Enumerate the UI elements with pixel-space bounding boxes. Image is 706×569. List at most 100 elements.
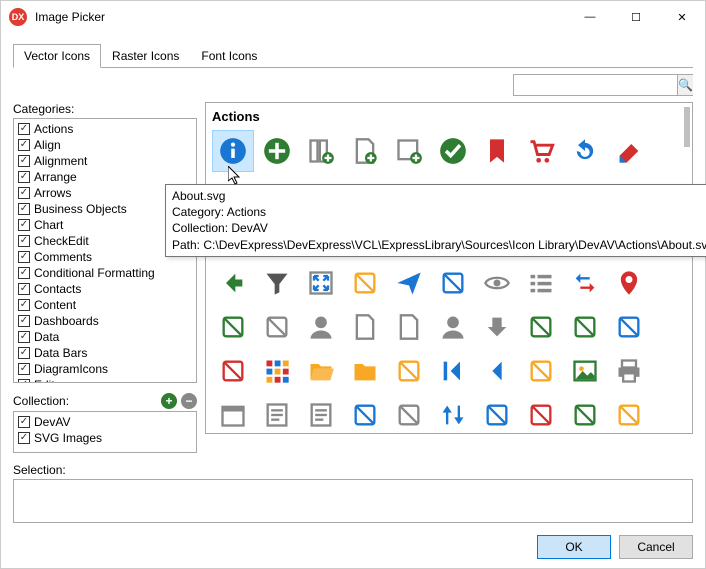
minimize-button[interactable]: — [567,1,613,33]
selection-box[interactable] [13,479,693,523]
icon-prev[interactable] [476,350,518,392]
icon-film-add[interactable] [564,306,606,348]
icon-picture[interactable] [564,350,606,392]
icon-folder[interactable] [344,350,386,392]
icon-cart-add[interactable] [212,350,254,392]
icon-search-doc[interactable] [344,394,386,434]
category-item[interactable]: ✓Contacts [18,281,192,297]
category-item[interactable]: ✓Conditional Formatting [18,265,192,281]
icon-visibility[interactable] [476,262,518,304]
icon-text2[interactable] [300,394,342,434]
icon-bookmark[interactable] [476,130,518,172]
tab-icon [439,269,467,297]
ok-button[interactable]: OK [537,535,611,559]
icon-card-add[interactable] [608,306,650,348]
collection-item[interactable]: ✓SVG Images [18,430,192,446]
monitor-icon [395,401,423,429]
fullscreen-icon [307,269,335,297]
category-item[interactable]: ✓Align [18,137,192,153]
category-item[interactable]: ✓Data Bars [18,345,192,361]
icon-add-column[interactable] [300,130,342,172]
icon-gallery: Actions [205,102,693,434]
icon-exit[interactable] [212,262,254,304]
icon-transfer[interactable] [564,262,606,304]
icon-apps[interactable] [256,350,298,392]
tab-raster-icons[interactable]: Raster Icons [101,44,190,68]
collections-list[interactable]: ✓DevAV✓SVG Images [13,411,197,453]
category-item[interactable]: ✓DiagramIcons [18,361,192,377]
icon-sort[interactable] [432,394,474,434]
icon-page[interactable] [344,306,386,348]
icon-add-item[interactable] [388,130,430,172]
maximize-button[interactable]: ☐ [613,1,659,33]
icon-apply[interactable] [432,130,474,172]
cancel-button[interactable]: Cancel [619,535,693,559]
icon-redo[interactable] [564,130,606,172]
icon-paste[interactable] [520,350,562,392]
transfer-h-icon [483,401,511,429]
icon-list[interactable] [520,262,562,304]
icon-print[interactable] [608,350,650,392]
collection-label: DevAV [34,415,70,429]
sort-icon [439,401,467,429]
remove-collection-button[interactable]: − [181,393,197,409]
page-icon [351,313,379,341]
icon-first[interactable] [432,350,474,392]
icon-about[interactable] [212,130,254,172]
icon-compass[interactable] [256,306,298,348]
icon-text[interactable] [256,394,298,434]
icon-monitor[interactable] [388,394,430,434]
category-item[interactable]: ✓Alignment [18,153,192,169]
checkbox-icon: ✓ [18,203,30,215]
icon-filter[interactable] [256,262,298,304]
icon-down[interactable] [476,306,518,348]
collection-item[interactable]: ✓DevAV [18,414,192,430]
icon-user[interactable] [300,306,342,348]
category-item[interactable]: ✓Dashboards [18,313,192,329]
icon-cal-remove[interactable] [520,394,562,434]
tab-font-icons[interactable]: Font Icons [190,44,268,68]
icon-add-doc[interactable] [212,306,254,348]
category-item[interactable]: ✓Content [18,297,192,313]
icon-highlight[interactable] [344,262,386,304]
icon-calendar[interactable] [212,394,254,434]
search-button[interactable]: 🔍 [677,75,693,95]
card-add-icon [615,313,643,341]
icon-add-file[interactable] [344,130,386,172]
redo-icon [571,137,599,165]
icon-user2[interactable] [432,306,474,348]
icon-transfer-h[interactable] [476,394,518,434]
tab-vector-icons[interactable]: Vector Icons [13,44,101,68]
icon-user-add[interactable] [520,306,562,348]
icon-page2[interactable] [388,306,430,348]
category-label: Dashboards [34,314,99,328]
icon-hand-card[interactable] [608,394,650,434]
category-item[interactable]: ✓Data [18,329,192,345]
titlebar: DX Image Picker — ☐ ✕ [1,1,705,33]
icon-cal-add[interactable] [564,394,606,434]
icon-cart[interactable] [520,130,562,172]
icon-folder-open[interactable] [300,350,342,392]
icon-location[interactable] [608,262,650,304]
collection-label: Collection: [13,394,69,408]
collection-label: SVG Images [34,431,102,445]
icon-folder-up[interactable] [388,350,430,392]
icon-add[interactable] [256,130,298,172]
search-input[interactable] [514,75,677,95]
window-title: Image Picker [35,10,567,24]
category-item[interactable]: ✓Edit [18,377,192,383]
category-item[interactable]: ✓Arrange [18,169,192,185]
category-label: Edit [34,378,55,383]
category-item[interactable]: ✓Actions [18,121,192,137]
icon-fullscreen[interactable] [300,262,342,304]
category-label: Align [34,138,61,152]
icon-clear[interactable] [608,130,650,172]
gallery-scrollbar[interactable] [684,107,690,147]
add-item-icon [395,137,423,165]
icon-send[interactable] [388,262,430,304]
prev-icon [483,357,511,385]
icon-tab[interactable] [432,262,474,304]
checkbox-icon: ✓ [18,347,30,359]
add-collection-button[interactable]: + [161,393,177,409]
close-button[interactable]: ✕ [659,1,705,33]
